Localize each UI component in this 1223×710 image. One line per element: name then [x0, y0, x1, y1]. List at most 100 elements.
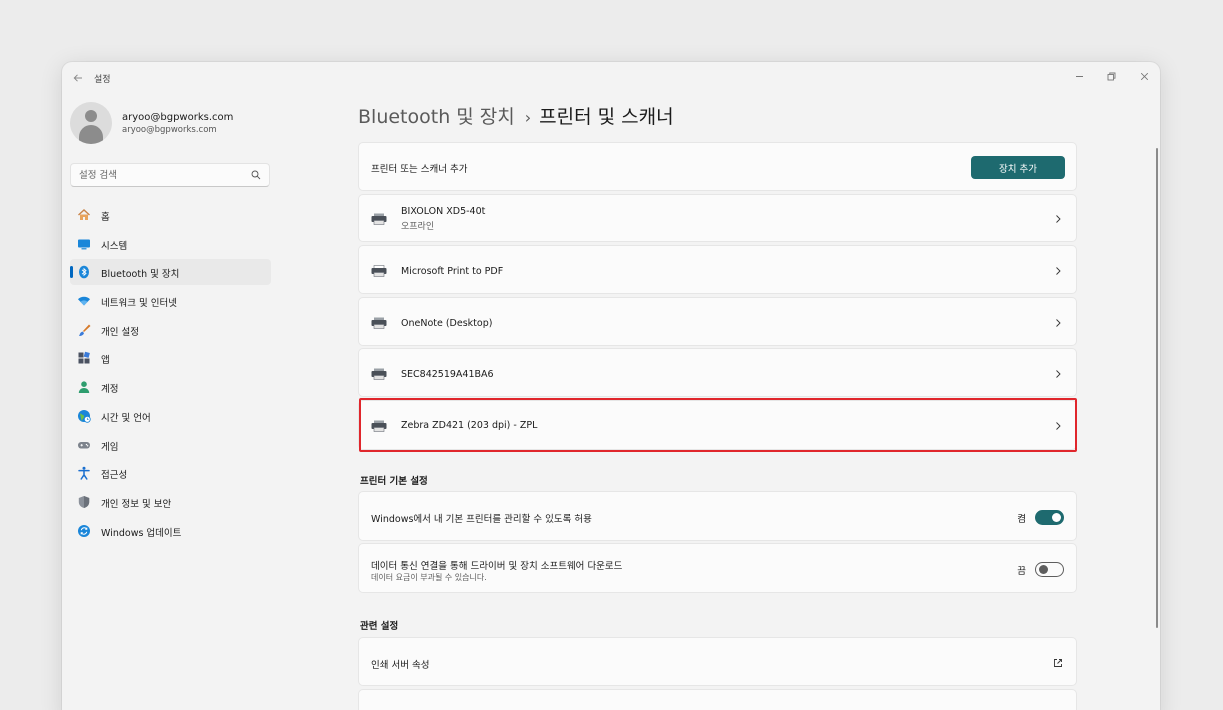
external-link-icon — [1054, 659, 1062, 667]
sidebar-item-label: 네트워크 및 인터넷 — [101, 298, 177, 310]
printer-name: OneNote (Desktop) — [401, 318, 493, 329]
search-icon[interactable] — [251, 170, 261, 180]
toggle-state-text: 끔 — [1017, 566, 1026, 577]
shield-icon — [77, 495, 91, 509]
bluetooth-icon — [77, 265, 91, 279]
sidebar-item-bluetooth[interactable]: Bluetooth 및 장치 — [70, 259, 271, 286]
profile-name: aryoo@bgpworks.com — [122, 112, 234, 123]
toggle-state-text: 켬 — [1017, 514, 1026, 525]
sidebar-item-accessibility[interactable]: 접근성 — [70, 460, 271, 486]
sidebar-item-time-language[interactable]: 시간 및 언어 — [70, 403, 271, 429]
globe-clock-icon — [77, 409, 91, 423]
sidebar-item-label: 개인 정보 및 보안 — [101, 498, 172, 510]
add-printer-card: 프린터 또는 스캐너 추가 장치 추가 — [358, 142, 1077, 191]
account-icon — [77, 380, 91, 394]
wifi-icon — [77, 294, 91, 308]
page-title: 프린터 및 스캐너 — [539, 106, 674, 128]
sidebar-item-label: 계정 — [101, 384, 119, 396]
printer-item-onenote[interactable]: OneNote (Desktop) — [358, 297, 1077, 346]
toggle-switch-off[interactable] — [1035, 562, 1064, 577]
profile-email: aryoo@bgpworks.com — [122, 125, 217, 135]
sidebar-item-label: 앱 — [101, 355, 110, 367]
pref-sublabel: 데이터 요금이 부과될 수 있습니다. — [371, 573, 487, 582]
chevron-right-icon — [1056, 319, 1061, 327]
brush-icon — [77, 323, 91, 337]
printer-icon — [371, 317, 387, 329]
sidebar-item-apps[interactable]: 앱 — [70, 345, 271, 371]
chevron-right-icon — [1056, 422, 1061, 430]
chevron-right-icon — [1056, 215, 1061, 223]
system-icon — [77, 237, 91, 251]
avatar — [70, 102, 112, 144]
pref-default-printer: Windows에서 내 기본 프린터를 관리할 수 있도록 허용 켬 — [358, 491, 1077, 541]
sidebar-item-label: 게임 — [101, 441, 119, 453]
breadcrumb: Bluetooth 및 장치 › 프린터 및 스캐너 — [358, 102, 674, 129]
related-label: 인쇄 서버 속성 — [371, 660, 430, 671]
breadcrumb-separator: › — [524, 108, 532, 127]
close-icon — [1140, 72, 1148, 80]
restore-button[interactable] — [1099, 66, 1123, 86]
sidebar-item-label: 개인 설정 — [101, 326, 139, 338]
sidebar-item-label: 접근성 — [101, 470, 128, 482]
sidebar-item-windows-update[interactable]: Windows 업데이트 — [70, 518, 271, 544]
user-profile[interactable]: aryoo@bgpworks.com aryoo@bgpworks.com — [70, 102, 270, 148]
close-button[interactable] — [1132, 66, 1156, 86]
toggle-metered-download[interactable]: 끔 — [1004, 562, 1064, 578]
settings-search — [70, 163, 270, 187]
app-title: 설정 — [94, 75, 111, 85]
sidebar-item-label: Bluetooth 및 장치 — [101, 269, 180, 281]
printer-item-zebra[interactable]: Zebra ZD421 (203 dpi) - ZPL — [358, 400, 1077, 450]
scrollbar[interactable] — [1156, 148, 1158, 628]
settings-window: 설정 aryoo@bgpworks.com aryoo@bgpworks.com — [62, 62, 1160, 710]
update-icon — [77, 524, 91, 538]
sidebar-item-label: 홈 — [101, 212, 110, 223]
back-arrow-icon — [73, 74, 82, 82]
printer-name: SEC842519A41BA6 — [401, 369, 494, 380]
restore-icon — [1107, 72, 1115, 80]
sidebar-nav: 홈 시스템 Bluetooth 및 장치 네트워크 및 인터넷 개인 설정 앱 … — [70, 202, 271, 546]
chevron-right-icon — [1056, 267, 1061, 275]
sidebar-item-home[interactable]: 홈 — [70, 202, 271, 228]
sidebar-item-label: Windows 업데이트 — [101, 527, 182, 539]
printer-item-microsoft-pdf[interactable]: Microsoft Print to PDF — [358, 245, 1077, 294]
sidebar-item-system[interactable]: 시스템 — [70, 231, 271, 257]
section-title-related: 관련 설정 — [360, 621, 399, 632]
printer-name: Microsoft Print to PDF — [401, 266, 504, 277]
minimize-button[interactable] — [1067, 66, 1091, 86]
sidebar-item-label: 시스템 — [101, 240, 128, 252]
breadcrumb-parent[interactable]: Bluetooth 및 장치 — [358, 106, 515, 128]
add-printer-label: 프린터 또는 스캐너 추가 — [371, 164, 468, 175]
pref-label: Windows에서 내 기본 프린터를 관리할 수 있도록 허용 — [371, 514, 592, 525]
printer-name: BIXOLON XD5-40t — [401, 206, 486, 217]
printer-status: 오프라인 — [401, 222, 435, 232]
sidebar-item-personalization[interactable]: 개인 설정 — [70, 317, 271, 343]
sidebar-item-privacy-security[interactable]: 개인 정보 및 보안 — [70, 489, 271, 515]
printer-icon — [371, 368, 387, 380]
apps-icon — [77, 351, 91, 365]
search-input[interactable] — [71, 164, 246, 186]
printer-item-sec[interactable]: SEC842519A41BA6 — [358, 348, 1077, 397]
printer-pdf-icon — [371, 265, 387, 277]
sidebar-item-label: 시간 및 언어 — [101, 412, 151, 424]
pref-metered-download: 데이터 통신 연결을 통해 드라이버 및 장치 소프트웨어 다운로드 데이터 요… — [358, 543, 1077, 593]
pref-label: 데이터 통신 연결을 통해 드라이버 및 장치 소프트웨어 다운로드 — [371, 561, 623, 572]
sidebar-item-accounts[interactable]: 계정 — [70, 374, 271, 400]
accessibility-icon — [77, 466, 91, 480]
sidebar-item-network[interactable]: 네트워크 및 인터넷 — [70, 288, 271, 314]
sidebar-item-gaming[interactable]: 게임 — [70, 432, 271, 458]
printer-name: Zebra ZD421 (203 dpi) - ZPL — [401, 420, 538, 431]
toggle-default-printer[interactable]: 켬 — [1004, 510, 1064, 526]
printer-item-bixolon[interactable]: BIXOLON XD5-40t 오프라인 — [358, 194, 1077, 242]
minimize-icon — [1075, 75, 1083, 77]
back-button[interactable] — [68, 68, 88, 88]
related-next-item[interactable] — [358, 689, 1077, 710]
printer-icon — [371, 420, 387, 432]
title-bar: 설정 — [62, 62, 1160, 94]
related-print-server[interactable]: 인쇄 서버 속성 — [358, 637, 1077, 686]
gamepad-icon — [77, 438, 91, 452]
toggle-switch-on[interactable] — [1035, 510, 1064, 525]
printer-icon — [371, 213, 387, 225]
add-device-button[interactable]: 장치 추가 — [971, 156, 1065, 179]
home-icon — [77, 208, 91, 222]
section-title-printer-prefs: 프린터 기본 설정 — [360, 476, 428, 487]
